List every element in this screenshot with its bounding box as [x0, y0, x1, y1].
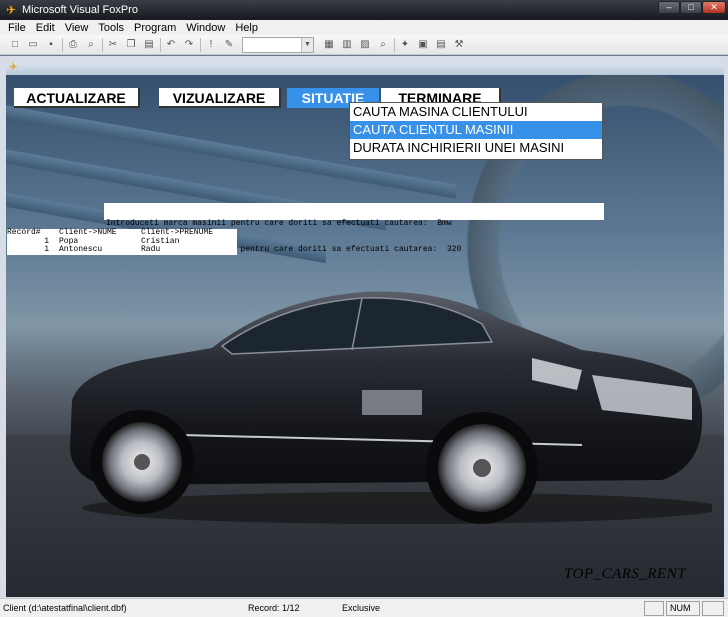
- menu-tools[interactable]: Tools: [93, 22, 129, 34]
- toolbar: □ ▭ ▪ ⎙ ⌕ ✂ ❐ ▤ ↶ ↷ ! ✎ ▼ ▦ ▥ ▨ ⌕ ✦ ▣ ▤ …: [0, 35, 728, 55]
- table-row[interactable]: 1 Antonescu Radu: [7, 245, 237, 255]
- run-icon[interactable]: !: [204, 38, 218, 52]
- status-bar: Client (d:\atestatfinal\client.dbf) Reco…: [0, 598, 728, 617]
- menu-file[interactable]: File: [3, 22, 31, 34]
- new-icon[interactable]: □: [8, 38, 22, 52]
- menu-bar: File Edit View Tools Program Window Help: [0, 20, 728, 35]
- minimize-button[interactable]: –: [658, 1, 680, 14]
- cut-icon[interactable]: ✂: [106, 38, 120, 52]
- menu-edit[interactable]: Edit: [31, 22, 60, 34]
- close-button[interactable]: ✕: [702, 1, 726, 14]
- wizard-icon[interactable]: ✦: [398, 38, 412, 52]
- table-cell: Antonescu: [59, 245, 103, 254]
- tools-icon[interactable]: ⚒: [452, 38, 466, 52]
- dropdown-item-cauta-client[interactable]: CAUTA CLIENTUL MASINII: [350, 121, 602, 139]
- gallery-icon[interactable]: ▤: [434, 38, 448, 52]
- table-row[interactable]: 1 Popa Cristian: [7, 236, 237, 247]
- status-record: Record: 1/12: [248, 603, 300, 613]
- dropdown-item-cauta-masina[interactable]: CAUTA MASINA CLIENTULUI: [350, 103, 602, 121]
- title-bar: ✈ Microsoft Visual FoxPro – □ ✕: [0, 0, 728, 20]
- save-icon[interactable]: ▪: [44, 38, 58, 52]
- search-prompt: Introduceti marca masinii pentru care do…: [104, 203, 604, 253]
- situatie-dropdown: CAUTA MASINA CLIENTULUI CAUTA CLIENTUL M…: [349, 102, 603, 160]
- menu-help[interactable]: Help: [230, 22, 263, 34]
- foxpro-icon: ✈: [5, 3, 17, 17]
- status-num: NUM: [666, 601, 700, 616]
- menu-program[interactable]: Program: [129, 22, 181, 34]
- print-icon[interactable]: ⎙: [66, 38, 80, 52]
- menu-actualizare-button[interactable]: ACTUALIZARE: [14, 88, 140, 108]
- database-combo[interactable]: ▼: [242, 36, 314, 53]
- dropdown-item-durata[interactable]: DURATA INCHIRIERII UNEI MASINI: [350, 139, 602, 157]
- menu-window[interactable]: Window: [181, 22, 230, 34]
- status-indicator-empty: [702, 601, 724, 616]
- table-cell: 1: [44, 245, 49, 254]
- undo-icon[interactable]: ↶: [164, 38, 178, 52]
- inner-window-titlebar: ✈: [6, 62, 724, 75]
- report-icon[interactable]: ▥: [340, 38, 354, 52]
- form-icon[interactable]: ▦: [322, 38, 336, 52]
- preview-icon[interactable]: ⌕: [84, 38, 98, 52]
- browser-icon[interactable]: ▣: [416, 38, 430, 52]
- status-table: Client (d:\atestatfinal\client.dbf): [3, 603, 127, 613]
- chevron-down-icon[interactable]: ▼: [301, 37, 313, 52]
- builder-icon[interactable]: ▨: [358, 38, 372, 52]
- table-header: Record# Client->NUME Client->PRENUME: [7, 228, 237, 238]
- find-icon[interactable]: ⌕: [376, 38, 390, 52]
- car-image: [70, 291, 712, 524]
- modify-icon[interactable]: ✎: [222, 38, 236, 52]
- brand-label: TOP_CARS_RENT: [564, 566, 687, 582]
- paste-icon[interactable]: ▤: [142, 38, 156, 52]
- redo-icon[interactable]: ↷: [182, 38, 196, 52]
- maximize-button[interactable]: □: [680, 1, 702, 14]
- table-cell: 1: [44, 236, 49, 246]
- copy-icon[interactable]: ❐: [124, 38, 138, 52]
- table-cell: Radu: [141, 245, 161, 254]
- window-title: Microsoft Visual FoxPro: [22, 4, 138, 16]
- status-indicator-empty: [644, 601, 664, 616]
- open-icon[interactable]: ▭: [26, 38, 40, 52]
- menu-vizualizare-button[interactable]: VIZUALIZARE: [159, 88, 281, 108]
- foxpro-icon: ✈: [9, 62, 18, 73]
- status-mode: Exclusive: [342, 603, 381, 613]
- menu-view[interactable]: View: [60, 22, 94, 34]
- column-header: Record#: [7, 228, 41, 237]
- results-table: Record# Client->NUME Client->PRENUME 1 P…: [7, 228, 237, 255]
